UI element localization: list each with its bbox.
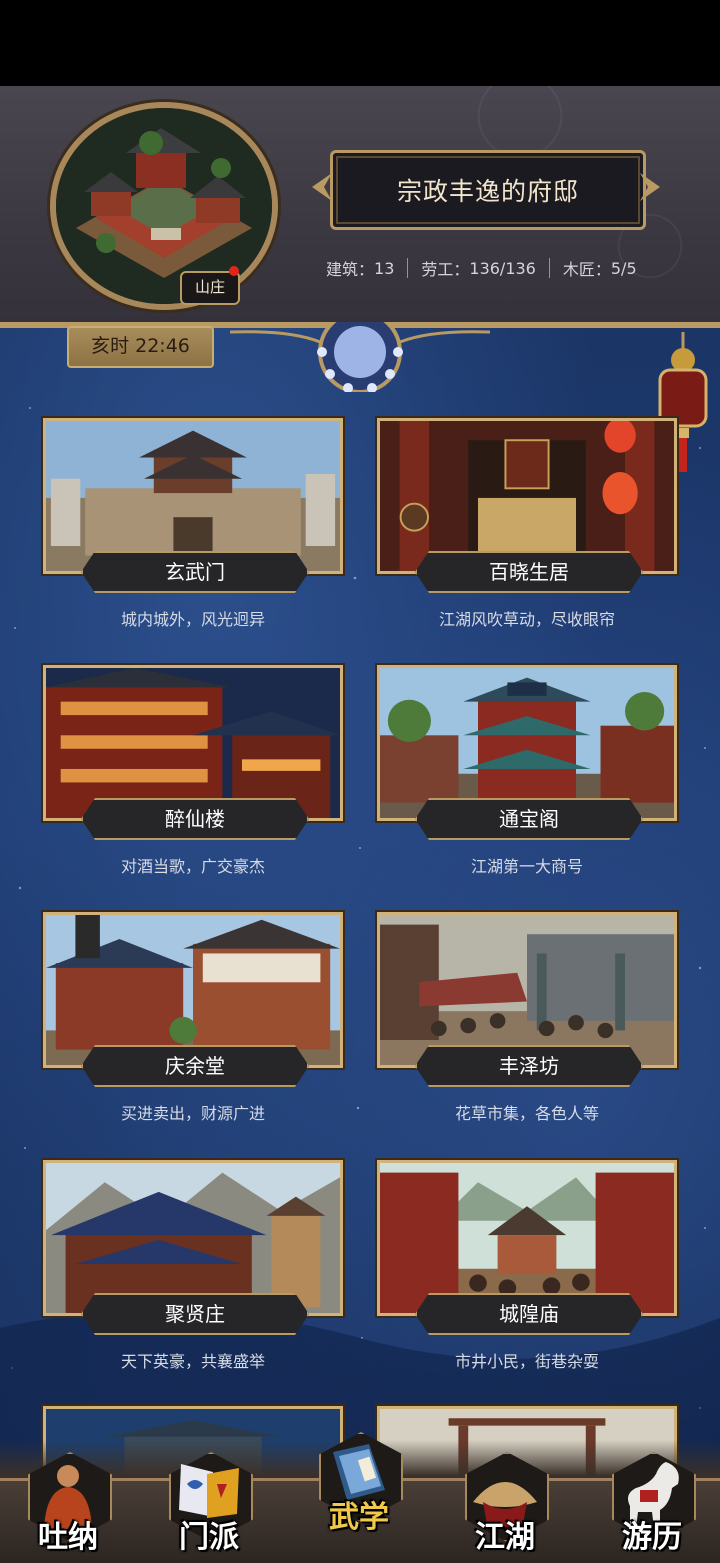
nav-label: 门派	[179, 1520, 239, 1555]
notification-dot	[229, 266, 239, 276]
place-description: 江湖风吹草动，尽收眼帘	[438, 610, 615, 629]
manor-type-label[interactable]: 山庄	[180, 271, 240, 305]
place-image	[43, 418, 343, 574]
place-description: 市井小民，街巷杂耍	[454, 1352, 599, 1371]
place-card-tongbao-pavilion[interactable]: 通宝阁 江湖第一大商号	[377, 665, 677, 897]
nav-tuna[interactable]: 吐纳	[20, 1448, 116, 1558]
place-image	[377, 665, 677, 821]
place-description: 城内城外，风光迥异	[120, 610, 265, 629]
nav-label: 江湖	[475, 1520, 535, 1555]
stat-carpenters-value: 5/5	[610, 258, 637, 278]
place-card-zuixian-tower[interactable]: 醉仙楼 对酒当歌，广交豪杰	[43, 665, 343, 897]
place-name: 醉仙楼	[81, 798, 309, 840]
plate-ornament-left-icon	[312, 173, 332, 201]
place-card-chenghuang-temple[interactable]: 城隍庙 市井小民，街巷杂耍	[377, 1160, 677, 1392]
nav-label: 武学	[329, 1500, 389, 1535]
place-name: 玄武门	[81, 551, 309, 593]
place-description: 买进卖出，财源广进	[120, 1104, 265, 1123]
place-card-baixiao-residence[interactable]: 百晓生居 江湖风吹草动，尽收眼帘	[377, 418, 677, 650]
place-name: 通宝阁	[415, 798, 643, 840]
status-bar	[0, 0, 720, 86]
place-name: 丰泽坊	[415, 1045, 643, 1087]
stat-laborers-value: 136/136	[469, 258, 536, 278]
place-card-fengze-market[interactable]: 丰泽坊 花草市集，各色人等	[377, 912, 677, 1144]
stat-divider	[407, 258, 409, 278]
stat-buildings-label: 建筑：	[326, 260, 375, 279]
game-time-badge: 亥时 22:46	[67, 326, 214, 368]
place-image	[377, 1160, 677, 1316]
nav-wuxue[interactable]: 武学	[311, 1428, 407, 1538]
stat-laborers-label: 劳工：	[421, 260, 470, 279]
place-name: 聚贤庄	[81, 1293, 309, 1335]
nav-menpai[interactable]: 门派	[161, 1448, 257, 1558]
place-card-xuanwu-gate[interactable]: 玄武门 城内城外，风光迥异	[43, 418, 343, 650]
place-description: 天下英豪，共襄盛举	[120, 1352, 265, 1371]
nav-label: 吐纳	[38, 1520, 98, 1555]
place-name: 百晓生居	[415, 551, 643, 593]
place-card-juxian-manor[interactable]: 聚贤庄 天下英豪，共襄盛举	[43, 1160, 343, 1392]
stat-divider	[548, 258, 550, 278]
plate-ornament-right-icon	[640, 173, 660, 201]
nav-label: 游历	[622, 1520, 682, 1555]
place-image	[377, 418, 677, 574]
manor-title: 宗政丰逸的府邸	[330, 150, 646, 230]
manor-thumbnail[interactable]	[50, 102, 278, 310]
place-image	[43, 912, 343, 1068]
place-description: 江湖第一大商号	[470, 857, 583, 876]
place-description: 花草市集，各色人等	[454, 1104, 599, 1123]
place-description: 对酒当歌，广交豪杰	[120, 857, 265, 876]
place-name: 城隍庙	[415, 1293, 643, 1335]
moon-phase-ornament-icon	[230, 322, 490, 392]
place-name: 庆余堂	[81, 1045, 309, 1087]
place-image	[43, 1160, 343, 1316]
place-image	[377, 912, 677, 1068]
stat-buildings-value: 13	[374, 258, 395, 278]
place-image	[43, 665, 343, 821]
nav-jianghu[interactable]: 江湖	[457, 1448, 553, 1558]
stat-carpenters-label: 木匠：	[562, 260, 611, 279]
nav-youli[interactable]: 游历	[604, 1448, 700, 1558]
manor-stats: 建筑： 13 劳工： 136/136 木匠： 5/5	[326, 256, 656, 280]
place-card-qingyu-hall[interactable]: 庆余堂 买进卖出，财源广进	[43, 912, 343, 1144]
